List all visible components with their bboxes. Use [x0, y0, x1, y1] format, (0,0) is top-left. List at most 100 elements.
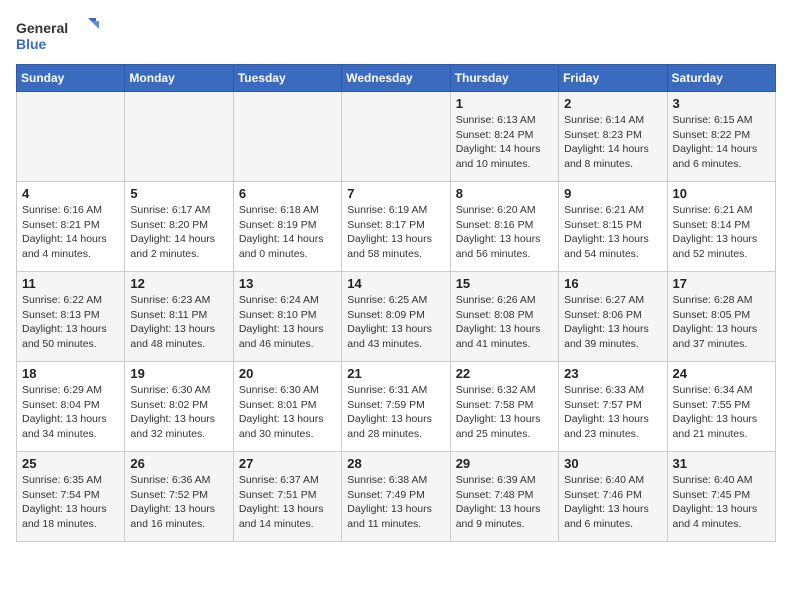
day-info: Sunrise: 6:40 AM Sunset: 7:45 PM Dayligh… [673, 473, 770, 532]
day-number: 10 [673, 186, 770, 201]
calendar-cell: 26 Sunrise: 6:36 AM Sunset: 7:52 PM Dayli… [125, 452, 233, 542]
day-number: 17 [673, 276, 770, 291]
day-number: 24 [673, 366, 770, 381]
day-number: 11 [22, 276, 119, 291]
day-info: Sunrise: 6:17 AM Sunset: 8:20 PM Dayligh… [130, 203, 227, 262]
calendar-cell [342, 92, 450, 182]
day-number: 21 [347, 366, 444, 381]
day-number: 3 [673, 96, 770, 111]
calendar-cell: 28 Sunrise: 6:38 AM Sunset: 7:49 PM Dayli… [342, 452, 450, 542]
day-number: 18 [22, 366, 119, 381]
day-number: 28 [347, 456, 444, 471]
calendar-cell: 22Sunrise: 6:32 AM Sunset: 7:58 PM Dayli… [450, 362, 558, 452]
calendar-cell: 18 Sunrise: 6:29 AM Sunset: 8:04 PM Dayli… [17, 362, 125, 452]
calendar-cell [233, 92, 341, 182]
calendar-cell: 14 Sunrise: 6:25 AM Sunset: 8:09 PM Dayli… [342, 272, 450, 362]
weekday-header-friday: Friday [559, 65, 667, 92]
calendar-cell: 13Sunrise: 6:24 AM Sunset: 8:10 PM Dayli… [233, 272, 341, 362]
calendar-cell: 15Sunrise: 6:26 AM Sunset: 8:08 PM Dayli… [450, 272, 558, 362]
calendar-cell: 2 Sunrise: 6:14 AM Sunset: 8:23 PM Daylig… [559, 92, 667, 182]
weekday-header-monday: Monday [125, 65, 233, 92]
calendar-cell: 11 Sunrise: 6:22 AM Sunset: 8:13 PM Dayli… [17, 272, 125, 362]
calendar-week-row: 4 Sunrise: 6:16 AM Sunset: 8:21 PM Daylig… [17, 182, 776, 272]
day-info: Sunrise: 6:36 AM Sunset: 7:52 PM Dayligh… [130, 473, 227, 532]
day-info: Sunrise: 6:24 AM Sunset: 8:10 PM Dayligh… [239, 293, 336, 352]
calendar-cell: 17 Sunrise: 6:28 AM Sunset: 8:05 PM Dayli… [667, 272, 775, 362]
day-info: Sunrise: 6:35 AM Sunset: 7:54 PM Dayligh… [22, 473, 119, 532]
calendar-cell: 29 Sunrise: 6:39 AM Sunset: 7:48 PM Dayli… [450, 452, 558, 542]
day-number: 27 [239, 456, 336, 471]
day-number: 2 [564, 96, 661, 111]
day-info: Sunrise: 6:30 AM Sunset: 8:01 PM Dayligh… [239, 383, 336, 442]
day-info: Sunrise: 6:21 AM Sunset: 8:15 PM Dayligh… [564, 203, 661, 262]
day-info: Sunrise: 6:18 AM Sunset: 8:19 PM Dayligh… [239, 203, 336, 262]
day-number: 4 [22, 186, 119, 201]
day-number: 1 [456, 96, 553, 111]
day-info: Sunrise: 6:30 AM Sunset: 8:02 PM Dayligh… [130, 383, 227, 442]
calendar-cell: 4 Sunrise: 6:16 AM Sunset: 8:21 PM Daylig… [17, 182, 125, 272]
day-info: Sunrise: 6:20 AM Sunset: 8:16 PM Dayligh… [456, 203, 553, 262]
day-info: Sunrise: 6:16 AM Sunset: 8:21 PM Dayligh… [22, 203, 119, 262]
weekday-header-thursday: Thursday [450, 65, 558, 92]
svg-text:Blue: Blue [16, 36, 47, 52]
logo-svg: General Blue [16, 16, 106, 56]
calendar-cell: 6 Sunrise: 6:18 AM Sunset: 8:19 PM Daylig… [233, 182, 341, 272]
day-number: 8 [456, 186, 553, 201]
calendar-cell: 12 Sunrise: 6:23 AM Sunset: 8:11 PM Dayli… [125, 272, 233, 362]
day-number: 20 [239, 366, 336, 381]
svg-text:General: General [16, 20, 68, 36]
calendar-cell: 3 Sunrise: 6:15 AM Sunset: 8:22 PM Daylig… [667, 92, 775, 182]
day-info: Sunrise: 6:34 AM Sunset: 7:55 PM Dayligh… [673, 383, 770, 442]
day-info: Sunrise: 6:38 AM Sunset: 7:49 PM Dayligh… [347, 473, 444, 532]
weekday-header-sunday: Sunday [17, 65, 125, 92]
calendar-cell: 9 Sunrise: 6:21 AM Sunset: 8:15 PM Daylig… [559, 182, 667, 272]
day-number: 23 [564, 366, 661, 381]
day-number: 7 [347, 186, 444, 201]
day-info: Sunrise: 6:13 AM Sunset: 8:24 PM Dayligh… [456, 113, 553, 172]
day-number: 12 [130, 276, 227, 291]
day-info: Sunrise: 6:39 AM Sunset: 7:48 PM Dayligh… [456, 473, 553, 532]
day-number: 15 [456, 276, 553, 291]
calendar-cell: 24 Sunrise: 6:34 AM Sunset: 7:55 PM Dayli… [667, 362, 775, 452]
day-number: 29 [456, 456, 553, 471]
calendar-cell: 7Sunrise: 6:19 AM Sunset: 8:17 PM Daylig… [342, 182, 450, 272]
calendar-cell: 16 Sunrise: 6:27 AM Sunset: 8:06 PM Dayli… [559, 272, 667, 362]
calendar-cell: 20 Sunrise: 6:30 AM Sunset: 8:01 PM Dayli… [233, 362, 341, 452]
weekday-header-row: SundayMondayTuesdayWednesdayThursdayFrid… [17, 65, 776, 92]
day-number: 25 [22, 456, 119, 471]
day-info: Sunrise: 6:14 AM Sunset: 8:23 PM Dayligh… [564, 113, 661, 172]
day-info: Sunrise: 6:27 AM Sunset: 8:06 PM Dayligh… [564, 293, 661, 352]
calendar-cell: 30Sunrise: 6:40 AM Sunset: 7:46 PM Dayli… [559, 452, 667, 542]
calendar-cell: 19 Sunrise: 6:30 AM Sunset: 8:02 PM Dayli… [125, 362, 233, 452]
calendar-cell: 23 Sunrise: 6:33 AM Sunset: 7:57 PM Dayli… [559, 362, 667, 452]
day-number: 19 [130, 366, 227, 381]
calendar-cell: 10Sunrise: 6:21 AM Sunset: 8:14 PM Dayli… [667, 182, 775, 272]
weekday-header-saturday: Saturday [667, 65, 775, 92]
day-info: Sunrise: 6:31 AM Sunset: 7:59 PM Dayligh… [347, 383, 444, 442]
calendar-week-row: 1 Sunrise: 6:13 AM Sunset: 8:24 PM Daylig… [17, 92, 776, 182]
day-info: Sunrise: 6:15 AM Sunset: 8:22 PM Dayligh… [673, 113, 770, 172]
day-info: Sunrise: 6:25 AM Sunset: 8:09 PM Dayligh… [347, 293, 444, 352]
day-info: Sunrise: 6:37 AM Sunset: 7:51 PM Dayligh… [239, 473, 336, 532]
header: General Blue [16, 16, 776, 56]
calendar-week-row: 18 Sunrise: 6:29 AM Sunset: 8:04 PM Dayli… [17, 362, 776, 452]
calendar-cell: 25 Sunrise: 6:35 AM Sunset: 7:54 PM Dayli… [17, 452, 125, 542]
day-info: Sunrise: 6:23 AM Sunset: 8:11 PM Dayligh… [130, 293, 227, 352]
calendar-cell: 1 Sunrise: 6:13 AM Sunset: 8:24 PM Daylig… [450, 92, 558, 182]
calendar-cell: 31Sunrise: 6:40 AM Sunset: 7:45 PM Dayli… [667, 452, 775, 542]
calendar-week-row: 25 Sunrise: 6:35 AM Sunset: 7:54 PM Dayli… [17, 452, 776, 542]
day-number: 6 [239, 186, 336, 201]
day-info: Sunrise: 6:28 AM Sunset: 8:05 PM Dayligh… [673, 293, 770, 352]
day-info: Sunrise: 6:33 AM Sunset: 7:57 PM Dayligh… [564, 383, 661, 442]
logo: General Blue [16, 16, 106, 56]
day-info: Sunrise: 6:22 AM Sunset: 8:13 PM Dayligh… [22, 293, 119, 352]
day-number: 22 [456, 366, 553, 381]
day-number: 30 [564, 456, 661, 471]
day-number: 26 [130, 456, 227, 471]
day-number: 9 [564, 186, 661, 201]
day-info: Sunrise: 6:29 AM Sunset: 8:04 PM Dayligh… [22, 383, 119, 442]
calendar-cell: 27 Sunrise: 6:37 AM Sunset: 7:51 PM Dayli… [233, 452, 341, 542]
calendar-cell: 8 Sunrise: 6:20 AM Sunset: 8:16 PM Daylig… [450, 182, 558, 272]
day-number: 16 [564, 276, 661, 291]
day-number: 14 [347, 276, 444, 291]
